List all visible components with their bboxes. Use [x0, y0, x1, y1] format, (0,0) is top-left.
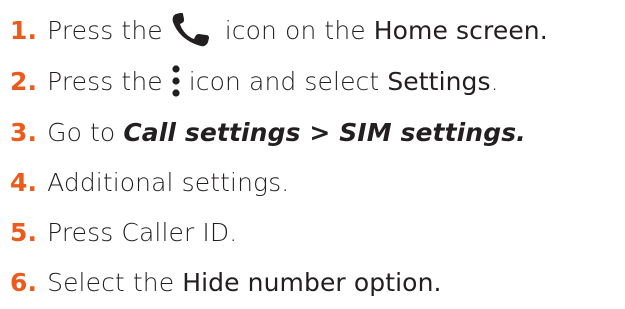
step-text: Select the — [47, 267, 175, 297]
step-5: 5. Press Caller ID. — [10, 210, 237, 254]
step-text: icon and select — [188, 66, 380, 96]
step-number: 3. — [10, 117, 38, 147]
step-number: 2. — [10, 66, 38, 96]
step-2: 2. Press the icon and select Settings . — [10, 59, 499, 103]
step-path: Call settings > SIM settings. — [123, 117, 526, 147]
step-text: Press Caller ID. — [47, 217, 238, 247]
instruction-steps: 1. Press the icon on the Home screen. 2.… — [0, 0, 625, 309]
step-emphasis: Settings — [387, 66, 491, 96]
step-punct: . — [490, 66, 499, 96]
step-text: icon on the — [224, 15, 366, 45]
step-text: Go to — [47, 117, 116, 147]
step-6: 6. Select the Hide number option. — [10, 260, 442, 304]
step-text: Press the — [47, 66, 163, 96]
step-4: 4. Additional settings. — [10, 160, 289, 204]
more-vertical-icon — [171, 65, 181, 97]
step-number: 6. — [10, 267, 38, 297]
step-number: 4. — [10, 167, 38, 197]
step-text: Additional settings. — [47, 167, 290, 197]
step-3: 3. Go to Call settings > SIM settings. — [10, 110, 526, 154]
step-emphasis: Hide number option. — [182, 267, 442, 297]
step-1: 1. Press the icon on the Home screen. — [10, 8, 548, 52]
step-number: 5. — [10, 217, 38, 247]
phone-icon — [171, 13, 217, 47]
step-emphasis: Home screen. — [373, 15, 548, 45]
step-text: Press the — [47, 15, 163, 45]
step-number: 1. — [10, 15, 38, 45]
